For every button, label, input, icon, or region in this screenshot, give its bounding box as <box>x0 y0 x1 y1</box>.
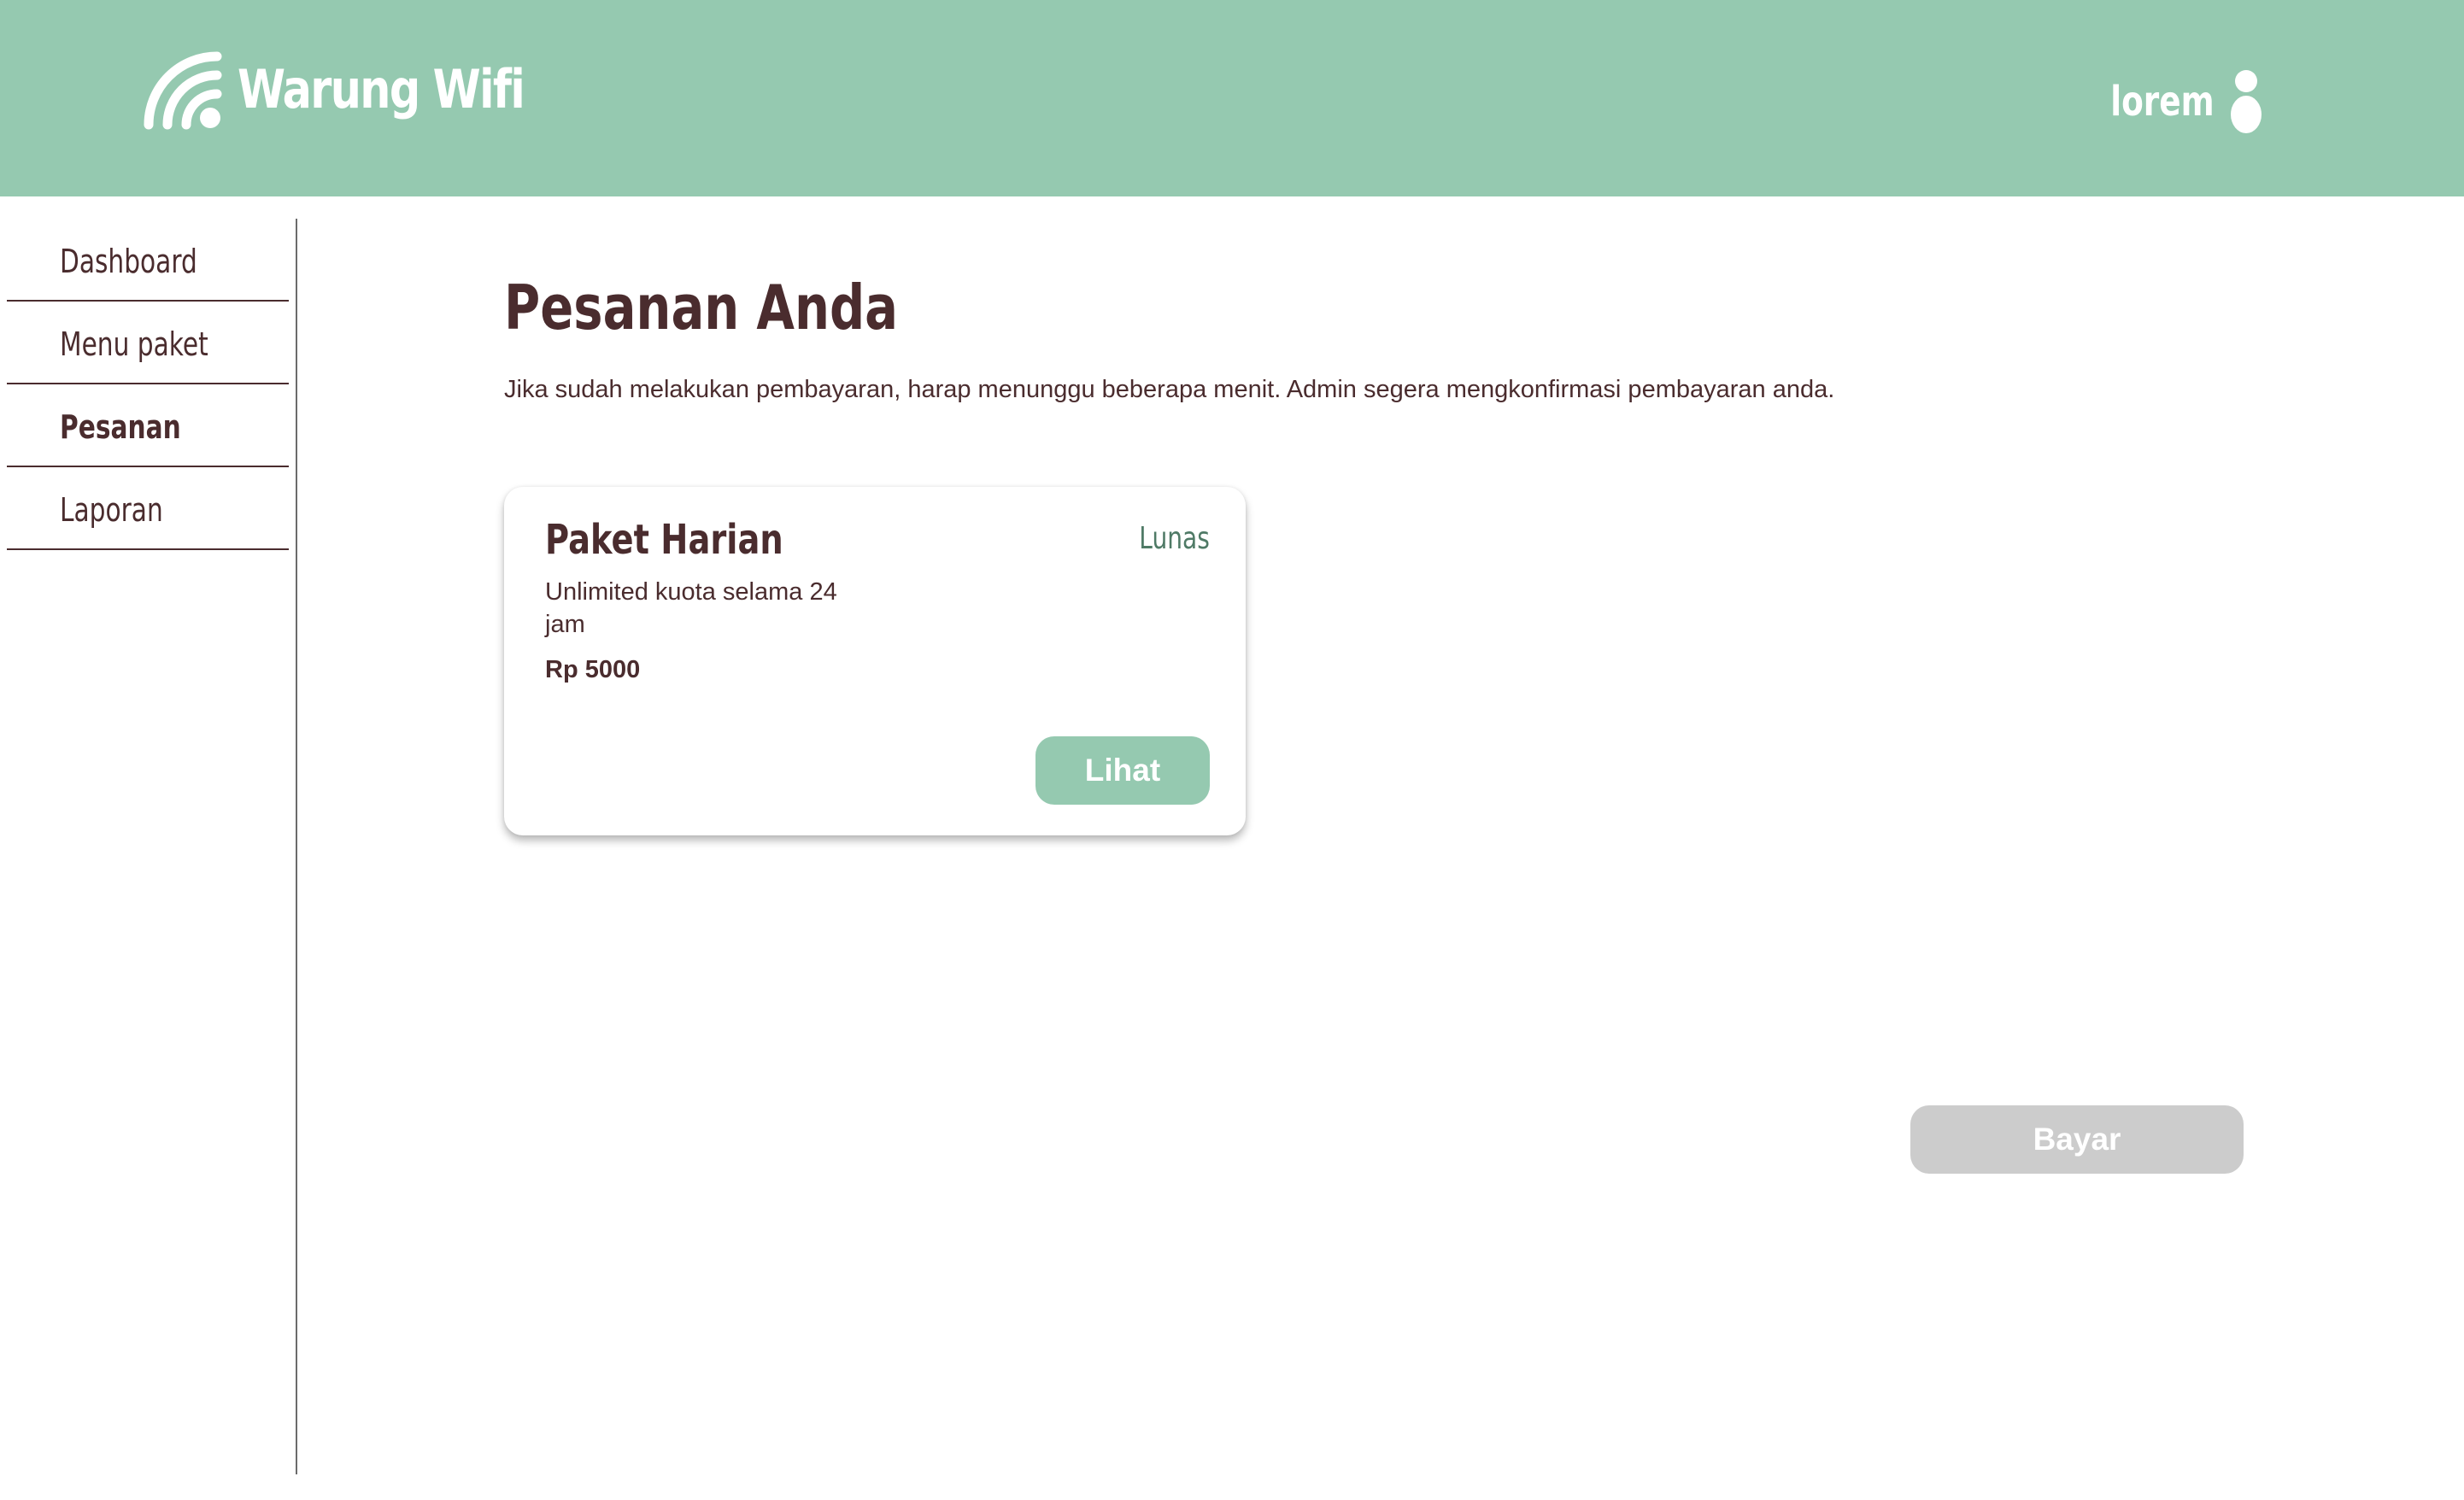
sidebar-item-label: Laporan <box>60 491 163 529</box>
status-badge: Lunas <box>1139 521 1210 556</box>
user-name: lorem <box>2110 78 2215 126</box>
user-menu[interactable]: lorem <box>2081 70 2262 133</box>
order-description: Unlimited kuota selama 24 jam <box>545 578 837 638</box>
sidebar-item-laporan[interactable]: Laporan <box>7 467 289 550</box>
order-price: Rp 5000 <box>545 656 641 683</box>
sidebar: Dashboard Menu paket Pesanan Laporan <box>0 219 297 1474</box>
page-title: Pesanan Anda <box>504 272 899 343</box>
sidebar-item-dashboard[interactable]: Dashboard <box>7 219 289 302</box>
app-header: Warung Wifi lorem <box>0 0 2464 196</box>
pay-button[interactable]: Bayar <box>1910 1105 2244 1174</box>
sidebar-item-menu-paket[interactable]: Menu paket <box>7 302 289 384</box>
page-subtitle: Jika sudah melakukan pembayaran, harap m… <box>504 376 1835 403</box>
order-card: Paket Harian Lunas Unlimited kuota selam… <box>504 487 1246 835</box>
wifi-icon <box>142 48 224 130</box>
sidebar-item-label: Menu paket <box>60 325 208 363</box>
view-order-button[interactable]: Lihat <box>1035 736 1210 805</box>
app-title: Warung Wifi <box>238 57 525 120</box>
sidebar-item-label: Pesanan <box>60 408 181 446</box>
sidebar-item-pesanan[interactable]: Pesanan <box>7 384 289 467</box>
order-name: Paket Harian <box>545 516 783 564</box>
sidebar-item-label: Dashboard <box>60 243 197 280</box>
user-icon[interactable] <box>2230 70 2262 133</box>
brand-logo[interactable]: Warung Wifi <box>142 48 587 130</box>
